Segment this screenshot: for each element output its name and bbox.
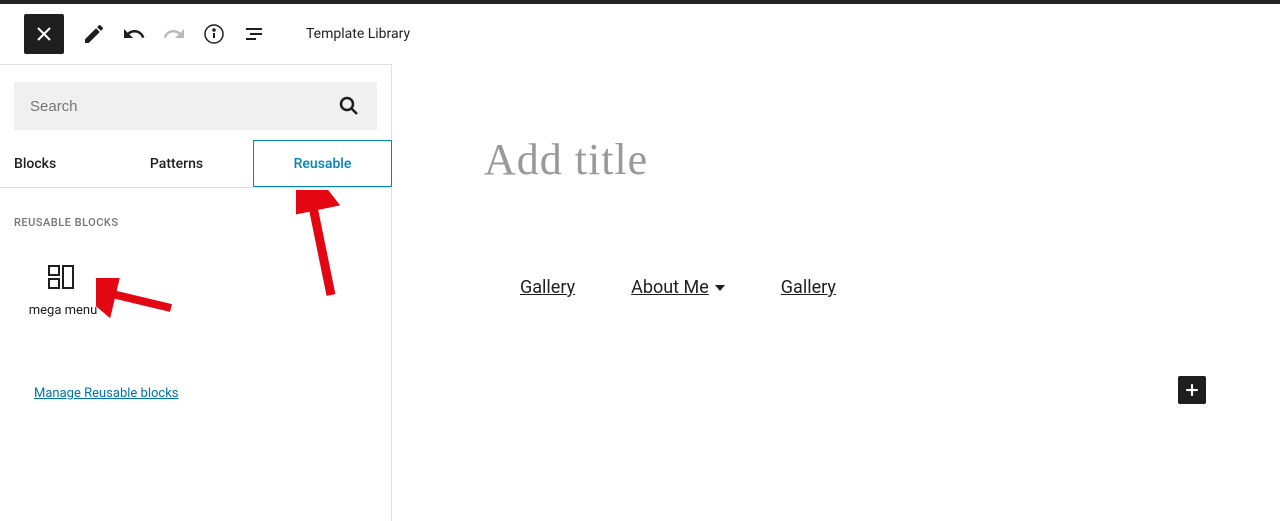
close-icon xyxy=(32,22,56,46)
nav-link-label: Gallery xyxy=(520,277,575,298)
add-block-button[interactable] xyxy=(1178,376,1206,404)
nav-link-label: About Me xyxy=(631,277,709,298)
nav-link-label: Gallery xyxy=(781,277,836,298)
close-inserter-button[interactable] xyxy=(24,14,64,54)
undo-icon xyxy=(122,22,146,46)
outline-button[interactable] xyxy=(234,14,274,54)
block-item-mega-menu[interactable]: mega menu xyxy=(14,257,112,326)
info-button[interactable] xyxy=(194,14,234,54)
tab-blocks[interactable]: Blocks xyxy=(0,140,100,187)
plus-icon xyxy=(1182,380,1202,400)
nav-link-gallery-1[interactable]: Gallery xyxy=(520,277,575,298)
search-input[interactable] xyxy=(30,98,337,115)
main-container: Blocks Patterns Reusable Reusable Blocks… xyxy=(0,64,1280,521)
redo-icon xyxy=(162,22,186,46)
undo-button[interactable] xyxy=(114,14,154,54)
editor-canvas[interactable]: Add title Gallery About Me Gallery xyxy=(392,64,1280,521)
info-icon xyxy=(202,22,226,46)
tab-reusable[interactable]: Reusable xyxy=(253,140,392,187)
nav-link-gallery-2[interactable]: Gallery xyxy=(781,277,836,298)
section-title-reusable-blocks: Reusable Blocks xyxy=(14,216,375,229)
inserter-tabs: Blocks Patterns Reusable xyxy=(0,140,391,188)
editor-toolbar: Template Library xyxy=(0,4,1280,64)
reusable-block-icon xyxy=(48,265,78,289)
search-icon xyxy=(337,94,361,118)
post-title-input[interactable]: Add title xyxy=(484,134,1280,185)
navigation-block: Gallery About Me Gallery xyxy=(520,277,1280,298)
block-grid: mega menu xyxy=(14,257,377,326)
outline-icon xyxy=(242,22,266,46)
redo-button xyxy=(154,14,194,54)
template-library-label[interactable]: Template Library xyxy=(306,26,410,42)
sidebar-divider xyxy=(0,64,391,65)
chevron-down-icon xyxy=(715,285,725,291)
tab-patterns[interactable]: Patterns xyxy=(100,140,253,187)
block-search-field[interactable] xyxy=(14,82,377,130)
pencil-icon xyxy=(82,22,106,46)
block-inserter-sidebar: Blocks Patterns Reusable Reusable Blocks… xyxy=(0,64,392,521)
edit-button[interactable] xyxy=(74,14,114,54)
block-item-label: mega menu xyxy=(29,303,98,318)
manage-reusable-blocks-link[interactable]: Manage Reusable blocks xyxy=(34,386,377,401)
nav-link-about-me[interactable]: About Me xyxy=(631,277,725,298)
